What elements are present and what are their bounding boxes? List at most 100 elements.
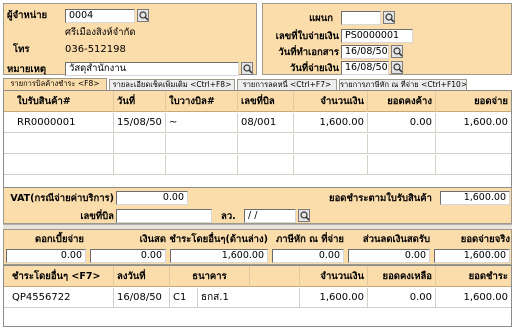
- cell-empty[interactable]: [294, 134, 368, 154]
- cell-bill-no[interactable]: 08/001: [238, 113, 294, 133]
- net-paid-field[interactable]: 1,600.00: [434, 249, 510, 263]
- phone-label: โทร: [13, 44, 30, 55]
- document-panel: แผนก เลขที่ใบจ่ายเงิน PS0000001 วันที่ทำ…: [262, 3, 512, 75]
- cell-empty[interactable]: [14, 134, 114, 154]
- cell-date[interactable]: 15/08/50: [114, 113, 166, 133]
- search-icon: [300, 211, 310, 221]
- vendor-code-field[interactable]: 0004: [65, 9, 135, 23]
- cell-empty[interactable]: [238, 155, 294, 175]
- cell-billing-no[interactable]: ~: [166, 113, 238, 133]
- search-icon: [243, 64, 253, 74]
- col-receipt-no[interactable]: ใบรับสินค้า#: [14, 91, 114, 112]
- search-icon: [139, 11, 149, 21]
- payment-no-label: เลขที่ใบจ่ายเงิน: [275, 31, 339, 42]
- note-search-button[interactable]: [241, 62, 253, 75]
- doc-date-picker-button[interactable]: [391, 45, 403, 58]
- note-label: หมายเหตุ: [7, 64, 47, 75]
- col-other-payment[interactable]: ชำระโดยอื่นๆ <F7>: [9, 266, 114, 287]
- cell-empty[interactable]: [238, 134, 294, 154]
- other-payment-field[interactable]: 1,600.00: [170, 249, 268, 263]
- invoice-table-header: ใบรับสินค้า# วันที่ ใบวางบิล# เลขที่บิล …: [4, 91, 511, 112]
- cell-empty[interactable]: [368, 134, 436, 154]
- bill-no-label: เลขที่บิล: [80, 211, 114, 222]
- cell-bank-name[interactable]: ธกส.1: [198, 288, 300, 308]
- cell-other-payment[interactable]: QP4556722: [9, 288, 114, 308]
- tab-check-details[interactable]: รายละเอียดเช็คเพิ่มเติม <Ctrl+F8>: [109, 79, 235, 90]
- payment-no-field[interactable]: PS0000001: [341, 29, 413, 43]
- cash-field[interactable]: 0.00: [90, 249, 166, 263]
- interest-field[interactable]: 0.00: [6, 249, 86, 263]
- cell-receipt-no[interactable]: RR0000001: [14, 113, 114, 133]
- tab-withholding-tax[interactable]: รายการภาษีหัก ณ ที่จ่าย <Ctrl+F10>: [339, 79, 467, 90]
- col-dated[interactable]: ลงวันที่: [114, 266, 170, 287]
- col-paid[interactable]: ยอดจ่าย: [436, 91, 511, 112]
- cell-amount[interactable]: 1,600.00: [294, 113, 368, 133]
- dept-field[interactable]: [341, 11, 381, 25]
- cell-other-amount[interactable]: 1,600.00: [300, 288, 368, 308]
- pay-date-field[interactable]: 16/08/50: [341, 61, 389, 75]
- vendor-name: ศรีเมืองสิงห์จำกัด: [65, 27, 136, 38]
- col-payment[interactable]: ยอดชำระ: [436, 266, 511, 287]
- withholding-label: ภาษีหัก ณ ที่จ่าย: [275, 234, 344, 245]
- date-field[interactable]: / /: [244, 209, 296, 223]
- total-due-label: ยอดชำระตามใบรับสินค้า: [329, 193, 432, 204]
- other-table-header: ชำระโดยอื่นๆ <F7> ลงวันที่ ธนาคาร จำนวนเ…: [4, 266, 511, 287]
- table-row[interactable]: RR0000001 15/08/50 ~ 08/001 1,600.00 0.0…: [4, 113, 511, 133]
- table-row[interactable]: QP4556722 16/08/50 C1 ธกส.1 1,600.00 0.0…: [4, 288, 511, 308]
- vendor-panel: ผู้จำหน่าย 0004 ศรีเมืองสิงห์จำกัด โทร 0…: [3, 3, 257, 76]
- interest-label: ดอกเบี้ยจ่าย: [35, 234, 84, 245]
- cash-discount-field[interactable]: 0.00: [348, 249, 430, 263]
- invoice-table: ใบรับสินค้า# วันที่ ใบวางบิล# เลขที่บิล …: [3, 90, 512, 188]
- search-icon: [393, 47, 403, 57]
- other-payment-label: ชำระโดยอื่นๆ(ด้านล่าง): [169, 234, 268, 245]
- withholding-field[interactable]: 0.00: [272, 249, 344, 263]
- col-bank[interactable]: ธนาคาร: [170, 266, 250, 287]
- vat-label: VAT(กรณีจ่ายค่าบริการ): [10, 193, 114, 204]
- table-row-empty[interactable]: [4, 155, 511, 175]
- col-outstanding[interactable]: ยอดคงค้าง: [368, 91, 436, 112]
- cell-empty[interactable]: [14, 155, 114, 175]
- cell-empty[interactable]: [114, 134, 166, 154]
- cell-bank-code[interactable]: C1: [170, 288, 198, 308]
- other-payments-table: ชำระโดยอื่นๆ <F7> ลงวันที่ ธนาคาร จำนวนเ…: [3, 265, 512, 327]
- net-paid-label: ยอดจ่ายจริง: [460, 234, 510, 245]
- tab-bar: รายการบิลค้างชำระ <F8> รายละเอียดเช็คเพิ…: [3, 78, 512, 90]
- cell-dated[interactable]: 16/08/50: [114, 288, 170, 308]
- pay-date-picker-button[interactable]: [391, 61, 403, 74]
- cell-empty[interactable]: [294, 155, 368, 175]
- bill-no-field[interactable]: [116, 209, 212, 223]
- col-billing-no[interactable]: ใบวางบิล#: [166, 91, 238, 112]
- cell-empty[interactable]: [114, 155, 166, 175]
- col-date[interactable]: วันที่: [114, 91, 166, 112]
- cash-label: เงินสด: [139, 234, 166, 245]
- col-bill-no[interactable]: เลขที่บิล: [238, 91, 294, 112]
- doc-date-field[interactable]: 16/08/50: [341, 45, 389, 59]
- date-label: ลว.: [221, 211, 236, 222]
- col-amount[interactable]: จำนวนเงิน: [294, 91, 368, 112]
- col-bank-name[interactable]: [250, 266, 300, 287]
- cell-empty[interactable]: [166, 155, 238, 175]
- cell-empty[interactable]: [368, 155, 436, 175]
- tab-credit-notes[interactable]: รายการลดหนี้ <Ctrl+F7>: [237, 79, 337, 90]
- table-row-empty[interactable]: [4, 134, 511, 154]
- tab-outstanding-bills[interactable]: รายการบิลค้างชำระ <F8>: [3, 78, 107, 90]
- cash-discount-label: ส่วนลดเงินสดรับ: [362, 234, 430, 245]
- col-other-amount[interactable]: จำนวนเงิน: [300, 266, 368, 287]
- cell-outstanding[interactable]: 0.00: [368, 113, 436, 133]
- date-picker-button[interactable]: [298, 209, 310, 222]
- dept-search-button[interactable]: [383, 11, 395, 24]
- search-icon: [385, 13, 395, 23]
- total-due-field[interactable]: 1,600.00: [440, 191, 510, 205]
- cell-paid[interactable]: 1,600.00: [436, 113, 511, 133]
- note-field[interactable]: วัสดุสำนักงาน: [65, 62, 239, 76]
- search-icon: [393, 63, 403, 73]
- payment-panel: ดอกเบี้ยจ่าย เงินสด ชำระโดยอื่นๆ(ด้านล่า…: [3, 229, 512, 265]
- cell-empty[interactable]: [166, 134, 238, 154]
- cell-payment[interactable]: 1,600.00: [436, 288, 511, 308]
- pay-date-label: วันที่จ่ายเงิน: [290, 63, 339, 74]
- col-remaining[interactable]: ยอดคงเหลือ: [368, 266, 436, 287]
- vendor-search-button[interactable]: [137, 9, 149, 22]
- cell-remaining[interactable]: 0.00: [368, 288, 436, 308]
- doc-date-label: วันที่ทำเอกสาร: [278, 47, 339, 58]
- vat-field[interactable]: 0.00: [116, 191, 188, 205]
